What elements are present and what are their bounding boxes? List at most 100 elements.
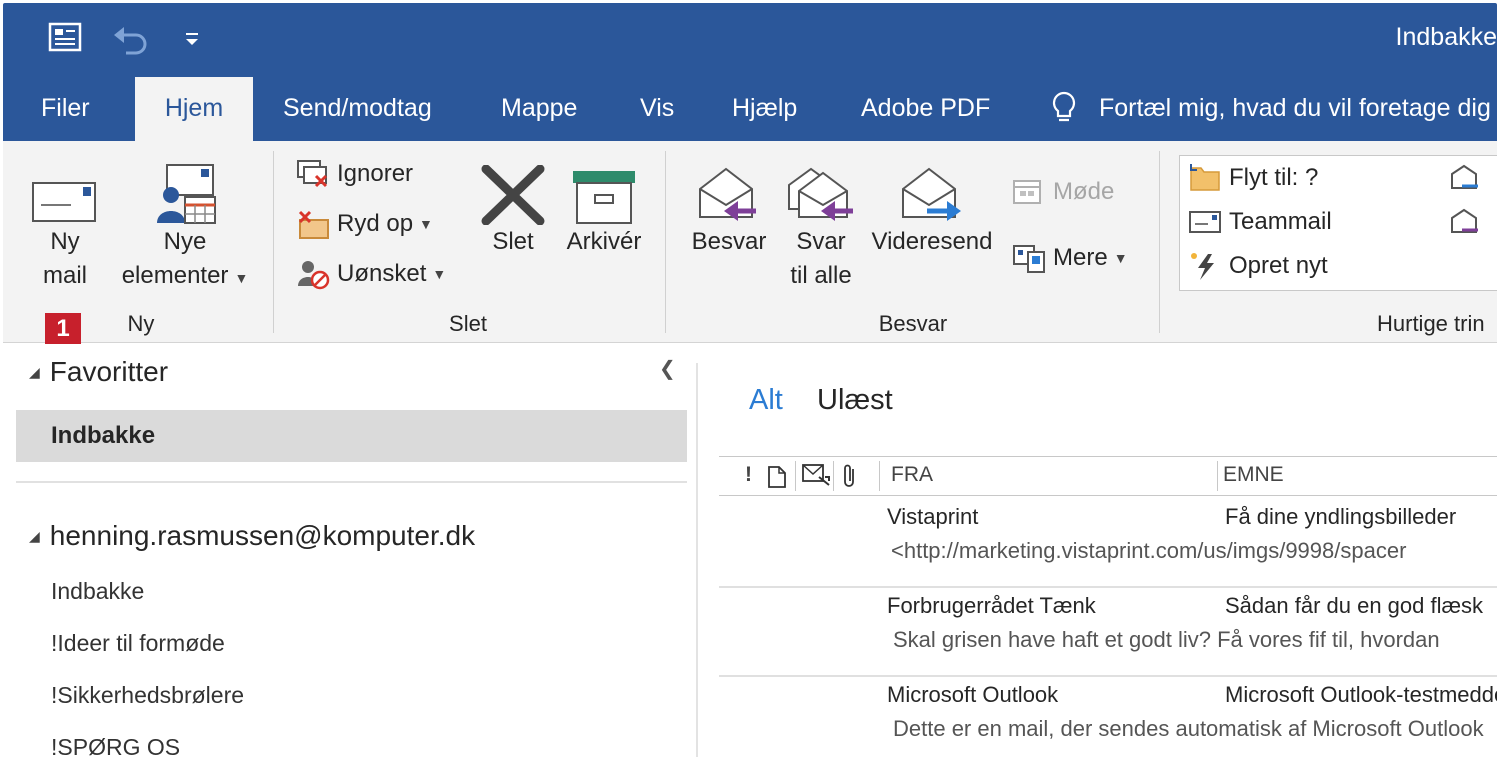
message-preview: <http://marketing.vistaprint.com/us/imgs… — [891, 538, 1407, 563]
reply-button[interactable]: Besvar — [687, 159, 771, 259]
message-list: Alt Ulæst ! FRA EMNE Vistaprint Få dine … — [699, 344, 1497, 757]
folder-pane: ◢ Favoritter ❮ Indbakke ◢ henning.rasmus… — [3, 344, 696, 757]
row-divider — [719, 675, 1497, 677]
collapse-triangle-icon: ◢ — [29, 527, 40, 544]
tab-filer[interactable]: Filer — [41, 75, 90, 141]
quickstep-reply-delete[interactable] — [1447, 205, 1489, 239]
collapse-pane-icon[interactable]: ❮ — [659, 356, 676, 381]
message-row[interactable]: Forbrugerrådet Tænk Sådan får du en god … — [719, 589, 1497, 677]
attachment-icon[interactable] — [841, 463, 859, 495]
window-title: Indbakke — [1395, 23, 1497, 51]
filter-all[interactable]: Alt — [749, 384, 783, 417]
new-mail-label-line2: mail — [42, 262, 87, 289]
message-row[interactable]: Microsoft Outlook Microsoft Outlook-test… — [719, 678, 1497, 757]
folder-move-icon — [1187, 161, 1223, 195]
ribbon-tabs: Filer Hjem Send/modtag Mappe Vis Hjælp A… — [3, 75, 1497, 141]
column-divider — [879, 461, 880, 491]
column-divider — [833, 461, 834, 491]
ignore-button[interactable]: Ignorer — [295, 157, 413, 191]
folder-item[interactable]: !Sikkerhedsbrølere — [51, 682, 244, 709]
send-receive-icon[interactable] — [43, 19, 87, 59]
message-sender: Vistaprint — [887, 504, 979, 529]
reply-all-icon — [779, 159, 863, 225]
forward-button[interactable]: Videresend — [867, 159, 997, 259]
message-row[interactable]: Vistaprint Få dine yndlingsbilleder <htt… — [719, 500, 1497, 588]
new-items-label-line2: elementer ▼ — [121, 262, 249, 289]
tab-adobe-pdf[interactable]: Adobe PDF — [861, 75, 990, 141]
meeting-button[interactable]: Møde — [1011, 175, 1114, 209]
undo-icon[interactable] — [109, 19, 153, 59]
archive-icon — [557, 159, 651, 225]
group-label-ny: Ny — [127, 311, 155, 336]
reply-all-label-line2: til alle — [790, 262, 852, 289]
reply-all-label-line1: Svar — [796, 228, 846, 255]
tab-hjaelp[interactable]: Hjælp — [732, 75, 797, 141]
pane-splitter[interactable] — [696, 363, 698, 757]
junk-icon — [295, 257, 331, 291]
message-subject: Microsoft Outlook-testmeddelelse — [1225, 682, 1497, 707]
importance-column[interactable]: ! — [745, 463, 752, 487]
new-items-label-line1: Nye — [163, 228, 207, 255]
group-separator — [665, 151, 666, 333]
tab-hjem[interactable]: Hjem — [135, 77, 253, 141]
new-items-icon — [113, 159, 257, 225]
new-mail-label-line1: Ny — [50, 228, 80, 255]
mail-arrow-icon — [1447, 161, 1483, 195]
ignore-icon — [295, 157, 331, 191]
archive-button[interactable]: Arkivér — [557, 159, 651, 259]
quickstep-create-new[interactable]: Opret nyt — [1187, 249, 1328, 283]
tab-send-modtag[interactable]: Send/modtag — [283, 75, 432, 141]
folder-item[interactable]: !SPØRG OS — [51, 734, 180, 757]
junk-button[interactable]: Uønsket ▼ — [295, 257, 446, 291]
message-preview: Skal grisen have haft et godt liv? Få vo… — [893, 627, 1440, 652]
flag-mail-icon[interactable] — [801, 463, 831, 495]
cleanup-button[interactable]: Ryd op ▼ — [295, 207, 433, 241]
column-divider — [1217, 461, 1218, 491]
folder-divider — [16, 481, 687, 483]
group-separator — [1159, 151, 1160, 333]
dropdown-arrow-icon: ▼ — [419, 216, 433, 232]
reply-all-button[interactable]: Svar til alle — [779, 159, 863, 293]
message-subject: Sådan får du en god flæsk — [1225, 593, 1484, 618]
tab-mappe[interactable]: Mappe — [501, 75, 577, 141]
new-items-button[interactable]: Nye elementer ▼ — [113, 159, 257, 295]
archive-label: Arkivér — [566, 228, 642, 255]
lightbulb-icon — [1051, 91, 1077, 125]
lightning-icon — [1187, 249, 1223, 283]
favorites-header[interactable]: ◢ Favoritter — [29, 356, 168, 388]
filter-unread[interactable]: Ulæst — [817, 384, 893, 417]
tell-me-box[interactable]: Fortæl mig, hvad du vil foretage dig — [1051, 75, 1491, 141]
meeting-icon — [1011, 175, 1047, 209]
account-header[interactable]: ◢ henning.rasmussen@komputer.dk — [29, 520, 475, 552]
group-separator — [273, 151, 274, 333]
more-button[interactable]: Mere ▼ — [1011, 241, 1128, 275]
forward-label: Videresend — [871, 228, 993, 255]
folder-item[interactable]: !Ideer til formøde — [51, 630, 225, 657]
delete-button[interactable]: Slet — [473, 159, 553, 259]
message-subject: Få dine yndlingsbilleder — [1225, 504, 1457, 529]
quickstep-team-mail[interactable]: Teammail — [1187, 205, 1332, 239]
from-column-header[interactable]: FRA — [891, 463, 933, 487]
step-badge: 1 — [45, 313, 81, 345]
tab-vis[interactable]: Vis — [640, 75, 674, 141]
group-label-besvar: Besvar — [878, 311, 948, 336]
row-divider — [719, 586, 1497, 588]
collapse-triangle-icon: ◢ — [29, 363, 40, 380]
outlook-window: Indbakke Filer Hjem Send/modtag Mappe Vi… — [3, 3, 1497, 757]
folder-favorite-inbox[interactable]: Indbakke — [16, 410, 687, 462]
folder-item[interactable]: Indbakke — [51, 578, 144, 605]
forward-icon — [867, 159, 997, 225]
dropdown-arrow-icon: ▼ — [432, 266, 447, 282]
new-mail-icon — [23, 159, 107, 225]
quickstep-move-to[interactable]: Flyt til: ? — [1187, 161, 1318, 195]
document-icon[interactable] — [767, 465, 787, 495]
new-mail-button[interactable]: Ny mail — [23, 159, 107, 293]
subject-column-header[interactable]: EMNE — [1223, 463, 1284, 487]
cleanup-icon — [295, 207, 331, 241]
customize-qat-icon[interactable] — [175, 19, 209, 59]
dropdown-arrow-icon: ▼ — [1113, 250, 1128, 266]
quickstep-to-manager[interactable] — [1447, 161, 1489, 195]
title-bar: Indbakke — [3, 3, 1497, 75]
group-label-quick-steps: Hurtige trin — [1377, 311, 1485, 336]
mail-reply-icon — [1447, 205, 1483, 239]
